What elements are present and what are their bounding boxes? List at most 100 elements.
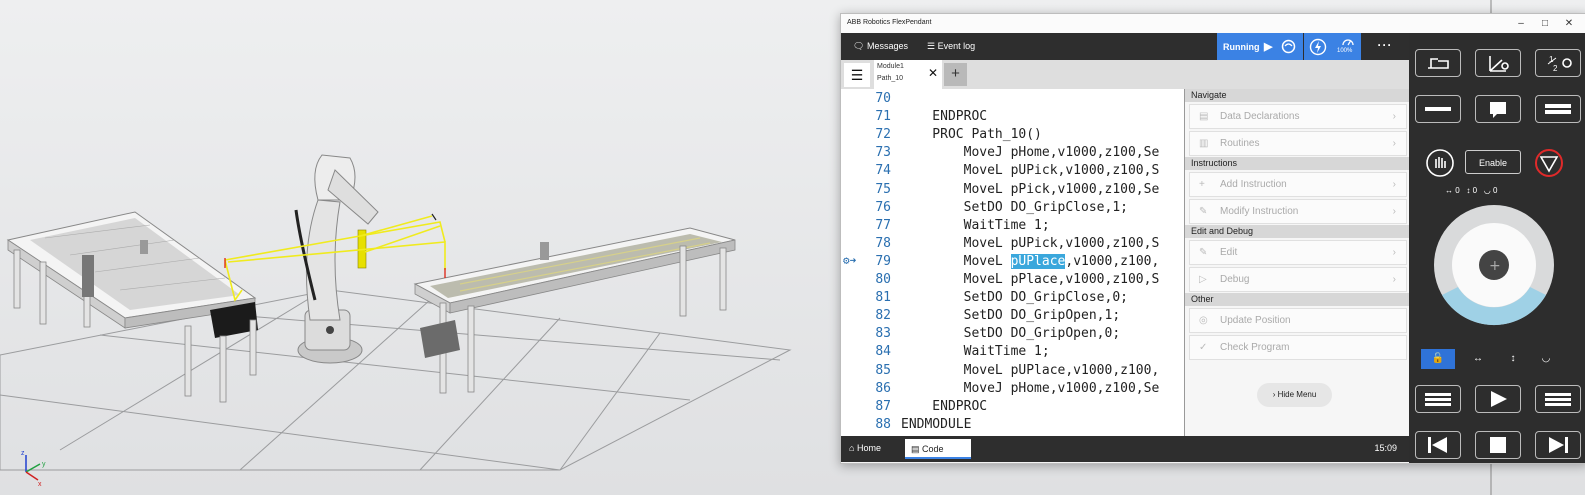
menu-item-label: Data Declarations (1220, 111, 1300, 122)
line-number: 77 (875, 217, 891, 233)
svg-text:z: z (21, 450, 25, 457)
more-options-button[interactable]: ··· (1361, 33, 1409, 60)
stop-button[interactable] (1475, 431, 1521, 459)
code-line[interactable]: 85 MoveL pUPlace,v1000,z100, (841, 363, 1184, 381)
code-line[interactable]: 79 MoveL pUPlace,v1000,z100, ⚙➜ (841, 253, 1184, 272)
motion-mode-icon (1489, 56, 1509, 72)
step-forward-button[interactable] (1535, 431, 1581, 459)
code-line[interactable]: 82 SetDO DO_GripOpen,1; (841, 308, 1184, 326)
programmable-button-5[interactable] (1535, 385, 1581, 413)
programmable-button-1[interactable] (1415, 95, 1461, 123)
code-app-tab[interactable]: ▤ Code (905, 439, 971, 459)
line-number: 71 (875, 109, 891, 125)
code-segment: MoveJ pHome,v1000,z100,Se (901, 380, 1160, 396)
code-line[interactable]: 84 WaitTime 1; (841, 344, 1184, 362)
code-line[interactable]: 81 SetDO DO_GripClose,0; (841, 290, 1184, 308)
message-icon (1490, 102, 1506, 118)
menu-item-label: Debug (1220, 274, 1250, 285)
code-icon: ▤ (911, 444, 920, 454)
svg-text:y: y (42, 461, 46, 468)
home-button[interactable]: ⌂ Home (849, 443, 881, 453)
minimize-button[interactable]: – (1511, 16, 1531, 31)
code-text: MoveL pPlace,v1000,z100,S (901, 272, 1160, 287)
menu-item-data-declarations[interactable]: ▤ Data Declarations › (1189, 104, 1407, 129)
emergency-stop-icon[interactable] (1534, 148, 1564, 178)
close-window-button[interactable]: ✕ (1559, 16, 1579, 31)
joystick[interactable]: + (1432, 203, 1557, 328)
programmable-button-3[interactable] (1535, 95, 1581, 123)
motion-mode-button[interactable] (1475, 49, 1521, 77)
hide-menu-label: Hide Menu (1277, 390, 1317, 399)
menu-item-modify-instruction[interactable]: ✎ Modify Instruction › (1189, 199, 1407, 224)
vertical-arrow-icon[interactable]: ↕ (1496, 349, 1530, 369)
maximize-button[interactable]: □ (1535, 16, 1555, 31)
mechanical-unit-icon (1428, 58, 1449, 69)
code-line[interactable]: 71 ENDPROC (841, 109, 1184, 127)
hide-menu-button[interactable]: › Hide Menu (1257, 383, 1332, 407)
power-icon (1309, 38, 1327, 56)
code-segment: MoveL pPlace,v1000,z100,S (901, 272, 1160, 287)
code-line[interactable]: 75 MoveL pPick,v1000,z100,Se (841, 182, 1184, 200)
mechanical-unit-button[interactable] (1415, 49, 1461, 77)
code-line[interactable]: 72 PROC Path_10() (841, 127, 1184, 145)
jog-side-panel: 12 Enable ↔ 0 ↕ 0 ◡ 0 + 🔓 ↔ ↕ ◡ (1409, 33, 1585, 463)
power-speed-button[interactable]: 100% (1304, 33, 1361, 60)
horizontal-arrow-icon: ↔ (1445, 186, 1453, 195)
enable-button[interactable]: Enable (1465, 150, 1521, 174)
code-line[interactable]: 86 MoveJ pHome,v1000,z100,Se (841, 381, 1184, 399)
hamburger-menu-button[interactable]: ☰ (844, 63, 870, 87)
code-line[interactable]: 80 MoveL pPlace,v1000,z100,S (841, 272, 1184, 290)
hand-icon[interactable] (1425, 148, 1455, 178)
data-icon: ▤ (1199, 111, 1209, 122)
code-editor[interactable]: 70 71 ENDPROC 72 PROC Path_10() 73 MoveJ pH… (841, 89, 1184, 436)
rotate-icon[interactable]: ◡ (1529, 349, 1563, 369)
code-line[interactable]: 87 ENDPROC (841, 399, 1184, 417)
messages-label: Messages (866, 41, 908, 51)
code-line[interactable]: 70 (841, 91, 1184, 109)
code-line[interactable]: 83 SetDO DO_GripOpen,0; (841, 326, 1184, 344)
step-backward-button[interactable] (1415, 431, 1461, 459)
menu-item-routines[interactable]: ▥ Routines › (1189, 131, 1407, 156)
chevron-right-icon: › (1392, 138, 1396, 149)
code-line[interactable]: 73 MoveJ pHome,v1000,z100,Se (841, 145, 1184, 163)
lock-button[interactable]: 🔓 (1421, 349, 1455, 369)
code-line[interactable]: 77 WaitTime 1; (841, 218, 1184, 236)
target-icon: ◎ (1199, 315, 1208, 326)
play-icon: ▶ (1264, 41, 1273, 53)
tab-module1-path10[interactable]: Module1 Path_10 ✕ (874, 60, 942, 89)
menu-item-label: Add Instruction (1220, 179, 1287, 190)
section-instructions: Instructions (1185, 157, 1410, 170)
svg-text:+: + (1489, 258, 1501, 274)
menu-item-update-position[interactable]: ◎ Update Position (1189, 308, 1407, 333)
code-text: MoveL pUPick,v1000,z100,S (901, 163, 1160, 178)
add-tab-button[interactable]: + (944, 63, 967, 86)
line-number: 76 (875, 199, 891, 215)
edit-icon: ✎ (1199, 247, 1208, 258)
code-segment: ,v1000,z100, (1065, 253, 1160, 269)
menu-item-edit[interactable]: ✎ Edit › (1189, 240, 1407, 265)
programmable-button-4[interactable] (1415, 385, 1461, 413)
code-line[interactable]: 78 MoveL pUPick,v1000,z100,S (841, 236, 1184, 254)
selected-token[interactable]: pUPlace (1010, 253, 1066, 269)
close-tab-icon[interactable]: ✕ (928, 66, 938, 80)
code-line[interactable]: 74 MoveL pUPick,v1000,z100,S (841, 163, 1184, 181)
menu-item-debug[interactable]: ▷ Debug › (1189, 267, 1407, 292)
axis-x-value: 0 (1455, 186, 1460, 195)
code-segment: ENDPROC (901, 109, 988, 125)
home-label: Home (856, 443, 881, 453)
line-number: 74 (875, 163, 891, 179)
horizontal-arrow-icon[interactable]: ↔ (1461, 349, 1495, 369)
start-button[interactable] (1475, 385, 1521, 413)
code-line[interactable]: 76 SetDO DO_GripClose,1; (841, 200, 1184, 218)
controller-status-button[interactable]: Running ▶ (1217, 33, 1303, 60)
double-bar-icon (1545, 104, 1571, 114)
programmable-button-2[interactable] (1475, 95, 1521, 123)
code-line[interactable]: 88 ENDMODULE (841, 417, 1184, 435)
messages-button[interactable]: 🗨 Messages (853, 33, 908, 60)
increment-button[interactable]: 12 (1535, 49, 1581, 77)
menu-item-check-program[interactable]: ✓ Check Program (1189, 335, 1407, 360)
menu-item-add-instruction[interactable]: + Add Instruction › (1189, 172, 1407, 197)
code-text: SetDO DO_GripOpen,1; (901, 308, 1121, 323)
messages-icon: 🗨 (853, 41, 865, 51)
eventlog-button[interactable]: ☰ Event log (927, 33, 975, 60)
